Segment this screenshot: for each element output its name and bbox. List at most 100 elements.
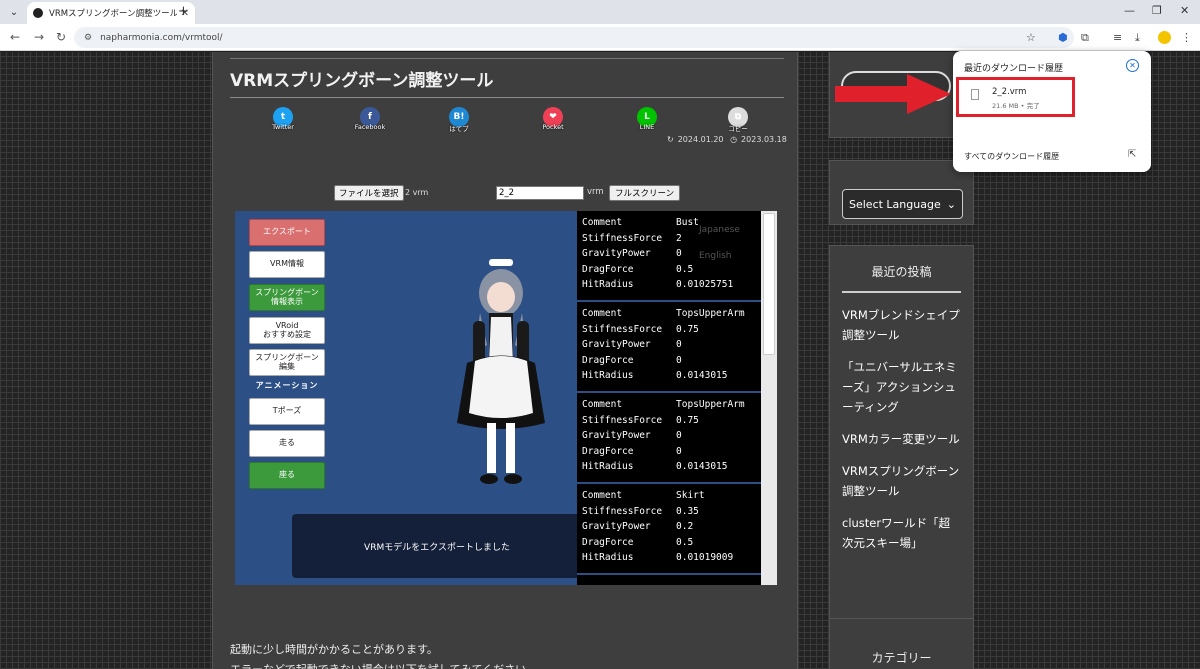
extension-label: vrm <box>587 187 604 197</box>
property-value: 2 <box>676 232 682 244</box>
bone-property-row: StiffnessForce 0.35 <box>582 506 761 522</box>
extension-shield-icon[interactable]: ⬢ <box>1058 31 1068 44</box>
forward-icon[interactable]: → <box>34 30 44 44</box>
property-value: 0.5 <box>676 536 694 548</box>
download-item[interactable]: 2_2.vrm 21.6 MB • 完了 <box>956 77 1075 117</box>
bone-property-row: Comment TopsUpperArm <box>582 308 761 324</box>
media-controls-icon[interactable]: ≡ <box>1113 31 1122 44</box>
downloads-icon[interactable]: ⤓ <box>1135 31 1140 45</box>
profile-avatar[interactable] <box>1158 31 1171 44</box>
choose-file-button[interactable]: ファイルを選択 <box>334 185 404 201</box>
chosen-file-name: 2 vrm <box>405 188 429 197</box>
bone-property-row: GravityPower 0 <box>582 248 761 264</box>
bone-property-row: Comment Skirt <box>582 490 761 506</box>
share-label: はてブ <box>449 125 469 133</box>
share-label: Facebook <box>354 123 386 131</box>
share-button[interactable]: f Facebook <box>350 107 390 131</box>
t-pose-button[interactable]: Tポーズ <box>249 398 325 425</box>
open-external-icon[interactable]: ⇱ <box>1128 149 1136 160</box>
export-toast: VRMモデルをエクスポートしました <box>292 514 582 578</box>
property-key: StiffnessForce <box>582 323 663 335</box>
share-button[interactable]: ❤ Pocket <box>533 107 573 131</box>
bookmark-star-icon[interactable]: ☆ <box>1026 31 1036 44</box>
bone-property-row: GravityPower 0 <box>582 339 761 355</box>
active-tab[interactable]: VRMスプリングボーン調整ツール | N ✕ <box>27 2 195 24</box>
bone-property-row: HitRadius 0.0143015 <box>582 461 761 477</box>
site-info-icon[interactable]: ⚙ <box>84 33 92 43</box>
panel-scrollbar[interactable] <box>761 211 777 585</box>
all-downloads-link[interactable]: すべてのダウンロード履歴 <box>964 151 1059 162</box>
sidebar-language-box: Select Language ⌄ <box>829 160 974 225</box>
bone-block: Comment TopsUpperArm StiffnessForce 0.75 Gra… <box>577 302 761 393</box>
property-key: DragForce <box>582 536 634 548</box>
panel-scroll-thumb[interactable] <box>763 213 775 355</box>
recent-post-link[interactable]: VRMブレンドシェイプ調整ツール <box>830 305 973 345</box>
property-value: 0.0143015 <box>676 370 728 381</box>
browser-toolbar: ← → ↻ ⚙ napharmonia.com/vrmtool/ ☆ ⬢ ⧉ ≡… <box>0 24 1200 51</box>
property-key: StiffnessForce <box>582 505 663 517</box>
vroid-recommend-button[interactable]: VRoid おすすめ設定 <box>249 317 325 344</box>
sidebar-categories: カテゴリー <box>829 618 974 669</box>
lang-option-japanese: Japanese <box>699 225 740 235</box>
tab-strip: ⌄ VRMスプリングボーン調整ツール | N ✕ + — ❐ ✕ <box>0 0 1200 24</box>
window-close-icon[interactable]: ✕ <box>1180 4 1189 17</box>
reload-icon[interactable]: ↻ <box>56 30 66 44</box>
bone-block: Comment Skirt StiffnessForce 0.35 GravityPow… <box>577 484 761 575</box>
recent-post-link[interactable]: VRMカラー変更ツール <box>830 429 973 449</box>
bone-property-row: HitRadius 0.01025751 <box>582 279 761 295</box>
property-value: 0 <box>676 354 682 366</box>
property-key: Comment <box>582 217 623 228</box>
downloads-heading: 最近のダウンロード履歴 <box>964 64 1064 74</box>
property-key: HitRadius <box>582 279 634 290</box>
share-button[interactable]: B! はてブ <box>439 107 479 133</box>
extensions-puzzle-icon[interactable]: ⧉ <box>1081 31 1089 45</box>
minimize-icon[interactable]: — <box>1124 4 1135 17</box>
share-button[interactable]: ⧉ コピー <box>718 107 758 133</box>
export-button[interactable]: エクスポート <box>249 219 325 246</box>
property-value: Bust <box>676 217 699 228</box>
menu-dots-icon[interactable]: ⋮ <box>1181 31 1192 44</box>
property-value: Skirt <box>676 490 705 501</box>
property-key: GravityPower <box>582 248 651 259</box>
output-name-input[interactable] <box>496 186 584 200</box>
language-select[interactable]: Select Language ⌄ <box>842 189 963 219</box>
property-value: TopsUpperArm <box>676 399 745 410</box>
bone-property-row: GravityPower 0 <box>582 430 761 446</box>
recent-post-link[interactable]: clusterワールド「超次元スキー場」 <box>830 513 973 553</box>
share-button[interactable]: L LINE <box>627 107 667 131</box>
share-label: LINE <box>639 123 655 131</box>
new-tab-icon[interactable]: + <box>178 4 189 19</box>
spring-edit-button[interactable]: スプリングボーン 編集 <box>249 349 325 376</box>
share-button[interactable]: t Twitter <box>263 107 303 131</box>
property-key: DragForce <box>582 445 634 457</box>
address-bar[interactable]: ⚙ napharmonia.com/vrmtool/ <box>74 27 1074 48</box>
run-button[interactable]: 走る <box>249 430 325 457</box>
property-value: 0 <box>676 445 682 457</box>
property-key: Comment <box>582 490 623 501</box>
back-icon[interactable]: ← <box>10 30 20 44</box>
bone-property-row: DragForce 0.5 <box>582 537 761 553</box>
recent-post-link[interactable]: 「ユニバーサルエネミーズ」アクションシューティング <box>830 357 973 417</box>
published-icon: ◷ <box>730 135 738 144</box>
recent-post-link[interactable]: VRMスプリングボーン調整ツール <box>830 461 973 501</box>
share-label: Pocket <box>542 123 564 131</box>
share-label: Twitter <box>272 123 294 131</box>
vrm-info-button[interactable]: VRM情報 <box>249 251 325 278</box>
updated-date: 2024.01.20 <box>677 135 724 144</box>
bone-block: Comment TopsUpperArm StiffnessForce 0.75 Gra… <box>577 393 761 484</box>
spring-info-button[interactable]: スプリングボーン 情報表示 <box>249 284 325 311</box>
language-select-label: Select Language <box>849 197 941 211</box>
tab-search-icon[interactable]: ⌄ <box>5 4 23 20</box>
fullscreen-button[interactable]: フルスクリーン <box>609 185 681 201</box>
published-date: 2023.03.18 <box>741 135 787 144</box>
vrm-tool-canvas[interactable]: エクスポート VRM情報 スプリングボーン 情報表示 VRoid おすすめ設定 … <box>235 211 777 585</box>
downloads-close-icon[interactable]: ✕ <box>1126 59 1139 72</box>
sit-button[interactable]: 座る <box>249 462 325 489</box>
property-value: 0.01019009 <box>676 552 734 563</box>
maximize-icon[interactable]: ❐ <box>1152 4 1162 17</box>
property-value: 0.2 <box>676 521 694 532</box>
vrm-character-model[interactable] <box>445 253 555 498</box>
top-divider <box>230 58 784 59</box>
property-key: HitRadius <box>582 370 634 381</box>
lang-option-english: English <box>699 251 732 261</box>
